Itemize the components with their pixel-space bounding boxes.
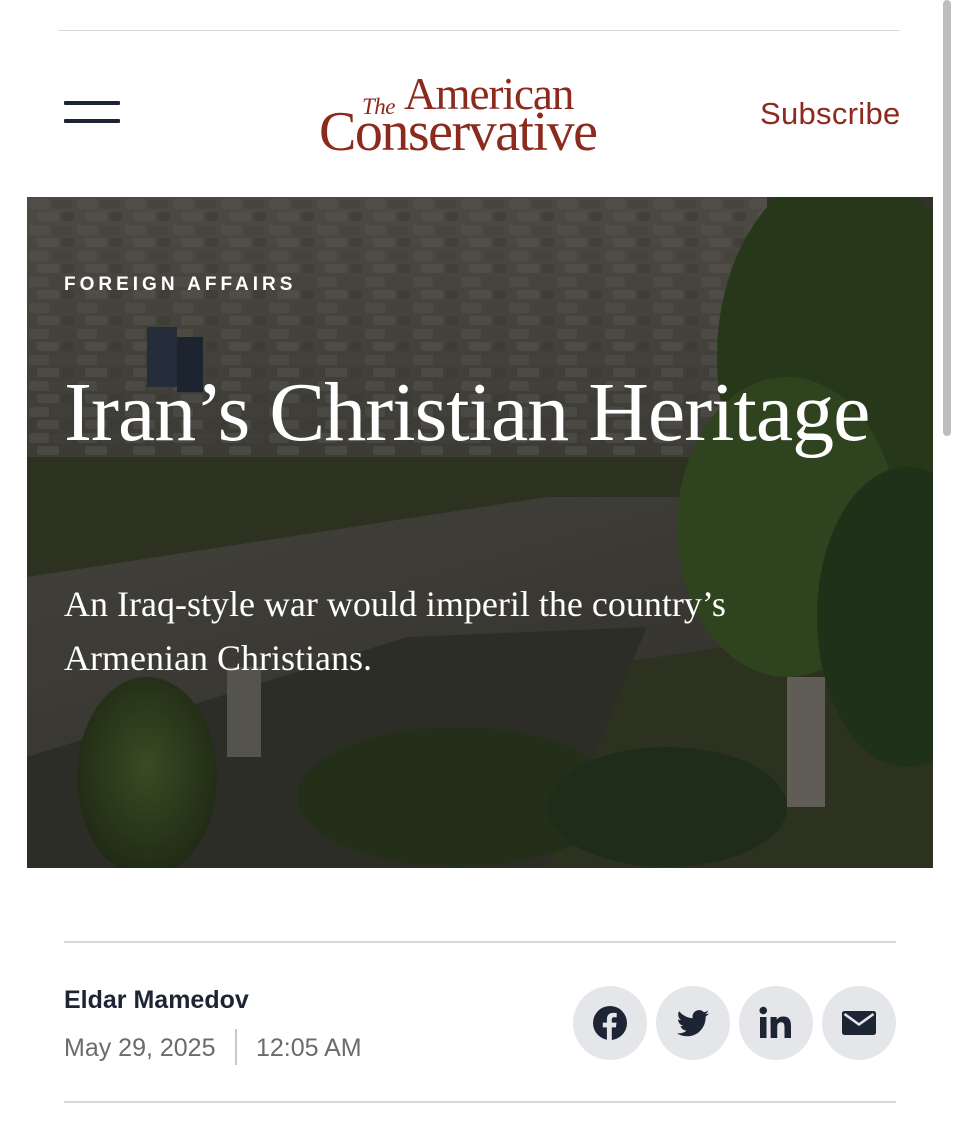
- hero-photo-monastery-garden: [27, 197, 933, 868]
- menu-bar-bottom: [64, 119, 120, 123]
- author-name[interactable]: Eldar Mamedov: [64, 986, 249, 1015]
- menu-bar-top: [64, 101, 120, 105]
- article-page: The American Conservative Subscribe FORE…: [0, 0, 960, 1131]
- share-linkedin-button[interactable]: [739, 986, 813, 1060]
- publish-time: 12:05 AM: [256, 1034, 362, 1062]
- share-email-button[interactable]: [822, 986, 896, 1060]
- section-kicker[interactable]: FOREIGN AFFAIRS: [64, 274, 296, 296]
- scrollbar[interactable]: [943, 0, 951, 436]
- site-logo[interactable]: The American Conservative: [318, 72, 648, 163]
- date-time-separator: [235, 1029, 237, 1065]
- subscribe-link[interactable]: Subscribe: [760, 96, 901, 132]
- byline-divider-top: [64, 941, 896, 943]
- hamburger-menu-icon[interactable]: [64, 98, 120, 130]
- byline-divider-bottom: [64, 1101, 896, 1103]
- email-icon: [842, 1011, 876, 1035]
- article-headline: Iran’s Christian Heritage: [64, 366, 870, 459]
- share-facebook-button[interactable]: [573, 986, 647, 1060]
- top-divider: [58, 30, 900, 31]
- publish-date: May 29, 2025: [64, 1034, 216, 1062]
- facebook-icon: [593, 1006, 627, 1040]
- article-dek: An Iraq-style war would imperil the coun…: [64, 584, 726, 678]
- twitter-icon: [676, 1010, 709, 1037]
- share-twitter-button[interactable]: [656, 986, 730, 1060]
- hero-image: FOREIGN AFFAIRS Iran’s Christian Heritag…: [27, 197, 933, 868]
- logo-conservative: Conservative: [319, 101, 598, 163]
- linkedin-icon: [759, 1006, 791, 1038]
